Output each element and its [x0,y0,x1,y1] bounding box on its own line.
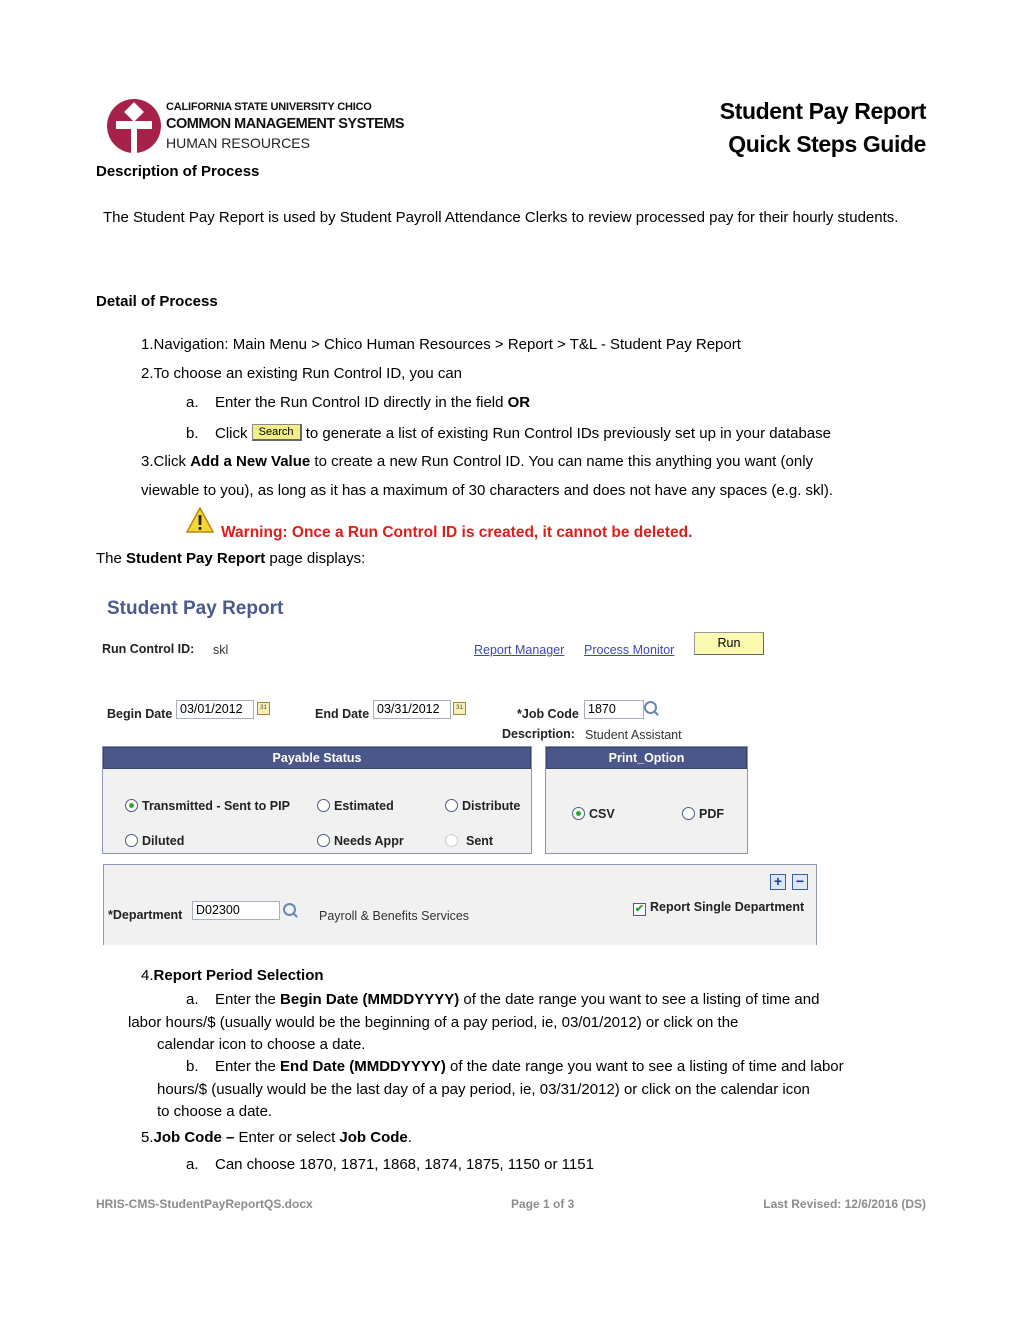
job-description-value: Student Assistant [585,728,682,742]
radio-estimated[interactable]: Estimated [317,799,394,813]
print-option-heading: Print_Option [546,747,747,769]
print-option-group: Print_Option CSV PDF [545,746,748,854]
radio-needs-appr[interactable]: Needs Appr [317,834,404,848]
step-4: 4.Report Period Selection [141,967,324,984]
radio-distribute[interactable]: Distribute [445,799,520,813]
add-row-button[interactable]: + [770,874,786,890]
radio-diluted[interactable]: Diluted [125,834,184,848]
job-code-label: *Job Code [517,707,579,721]
end-date-calendar-icon[interactable]: 31 [453,702,466,715]
department-input[interactable]: D02300 [192,901,280,920]
run-button[interactable]: Run [694,632,764,655]
step-2a: a. Enter the Run Control ID directly in t… [186,394,531,411]
radio-selected-icon[interactable] [572,807,585,820]
radio-icon[interactable] [317,799,330,812]
radio-disabled-icon [445,834,458,847]
report-single-dept-checkbox[interactable]: ✔ Report Single Department [633,900,804,916]
radio-icon[interactable] [682,807,695,820]
description-label: Description: [502,727,575,741]
job-code-input[interactable]: 1870 [584,700,644,719]
logo-line3: HUMAN RESOURCES [166,135,310,151]
footer-page-number: Page 1 of 3 [511,1197,575,1211]
step-1: 1.Navigation: Main Menu > Chico Human Re… [141,336,741,353]
step-5: 5.Job Code – Enter or select Job Code. [141,1129,412,1146]
step-3: 3.Click Add a New Value to create a new … [141,453,814,470]
process-monitor-link[interactable]: Process Monitor [584,643,674,657]
run-control-value: skl [213,643,229,657]
warning-text: Warning: Once a Run Control ID is create… [221,524,693,541]
csu-chico-logo [107,99,161,153]
detail-heading: Detail of Process [96,293,218,310]
ps-page-title: Student Pay Report [107,598,284,619]
radio-icon[interactable] [125,834,138,847]
step-2b: b. Click Search to generate a list of exi… [186,424,831,442]
doc-subtitle: Quick Steps Guide [728,131,926,157]
logo-emblem-icon [107,99,161,153]
page-displays-text: The Student Pay Report page displays: [96,550,366,567]
step-4a: a. Enter the Begin Date (MMDDYYYY) of the… [128,991,820,1053]
begin-date-calendar-icon[interactable]: 31 [257,702,270,715]
description-body: The Student Pay Report is used by Studen… [103,209,899,226]
radio-selected-icon[interactable] [125,799,138,812]
payable-status-group: Payable Status Transmitted - Sent to PIP… [102,746,532,854]
checkmark-icon[interactable]: ✔ [633,903,646,916]
radio-csv[interactable]: CSV [572,807,615,821]
radio-sent: Sent [445,834,493,848]
radio-icon[interactable] [317,834,330,847]
report-manager-link[interactable]: Report Manager [474,643,564,657]
logo-line1: CALIFORNIA STATE UNIVERSITY CHICO [166,101,372,113]
navigation-path: Navigation: Main Menu > Chico Human Reso… [153,336,741,353]
department-label: *Department [108,908,183,922]
logo-line2: COMMON MANAGEMENT SYSTEMS [166,116,405,132]
department-description: Payroll & Benefits Services [319,909,470,923]
department-lookup-icon[interactable] [283,903,296,919]
step-4b: b. Enter the End Date (MMDDYYYY) of the d… [157,1058,844,1120]
document-page: CALIFORNIA STATE UNIVERSITY CHICO COMMON… [0,0,1020,1320]
radio-pdf[interactable]: PDF [682,807,724,821]
footer-filename: HRIS-CMS-StudentPayReportQS.docx [96,1197,313,1211]
begin-date-input[interactable]: 03/01/2012 [176,700,254,719]
step-3-continued: viewable to you), as long as it has a ma… [141,482,834,499]
end-date-input[interactable]: 03/31/2012 [373,700,451,719]
delete-row-button[interactable]: − [792,874,808,890]
footer-last-revised: Last Revised: 12/6/2016 (DS) [763,1197,926,1211]
description-heading: Description of Process [96,163,260,180]
job-code-lookup-icon[interactable] [644,701,657,717]
warning-icon [185,506,215,537]
search-button-illustration[interactable]: Search [251,424,302,441]
department-group: *Department D02300 Payroll & Benefits Se… [103,864,817,945]
end-date-label: End Date [315,707,370,721]
radio-icon[interactable] [445,799,458,812]
begin-date-label: Begin Date [107,707,173,721]
step-2: 2.To choose an existing Run Control ID, … [141,365,463,382]
payable-status-heading: Payable Status [103,747,531,769]
step-5a: a. Can choose 1870, 1871, 1868, 1874, 187… [186,1156,594,1173]
doc-title: Student Pay Report [719,98,927,124]
run-control-label: Run Control ID: [102,642,195,656]
radio-transmitted[interactable]: Transmitted - Sent to PIP [125,799,290,813]
